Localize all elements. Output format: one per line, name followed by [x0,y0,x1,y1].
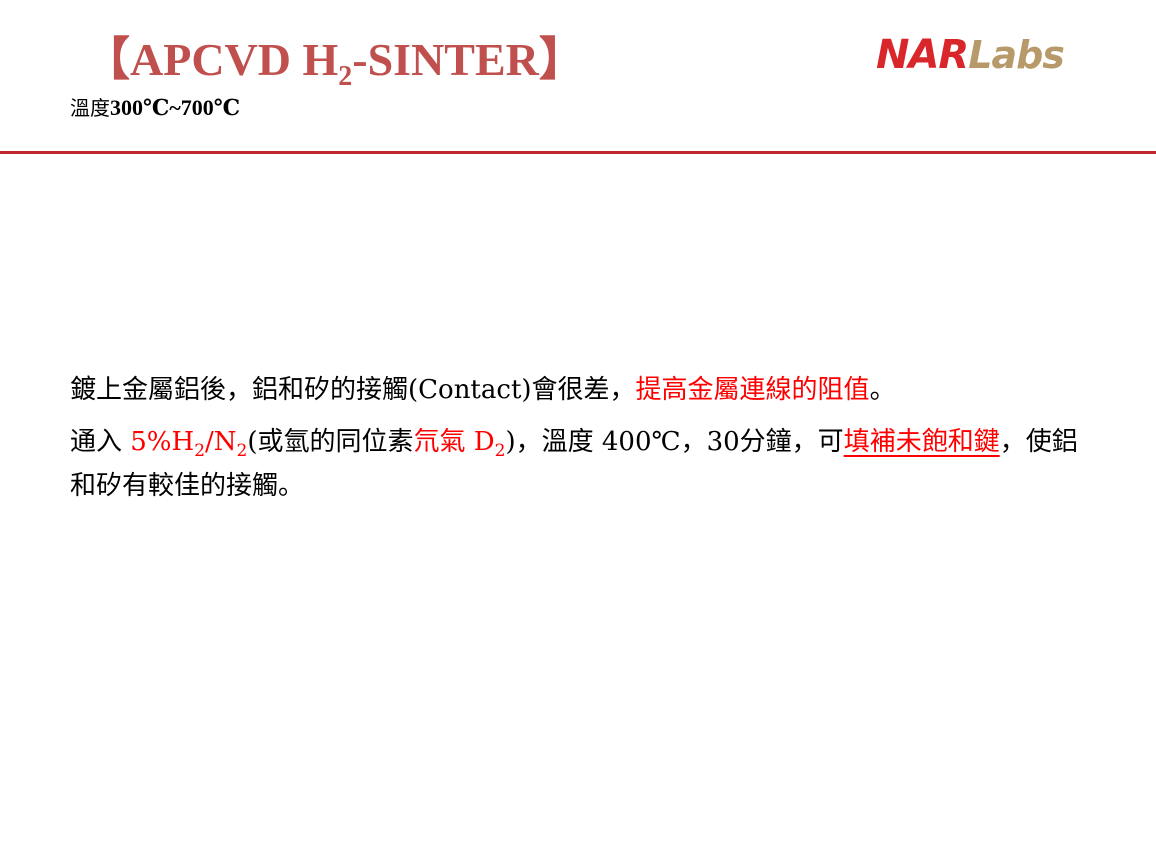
gas-h2-subscript: 2 [194,441,206,461]
gas-h2-text: 5%H [130,427,195,457]
title-suffix: -SINTER】 [352,34,585,85]
title-prefix: 【APCVD H [84,34,339,85]
temperature-range: 溫度300℃~700℃ [70,93,240,123]
gas-n2-subscript: 2 [236,441,248,461]
narlabs-logo: NARLabs [876,30,1065,80]
paragraph-contact-problem: 鍍上金屬鋁後，鋁和矽的接觸(Contact)會很差，提高金屬連線的阻值。 [70,366,1080,414]
process-conditions: )，溫度 400℃，30分鐘，可 [505,427,844,457]
dangling-bond-highlight: 填補未飽和鍵 [843,427,1000,457]
header-divider [0,151,1156,154]
deuterium-text: 氘氣 D [413,427,495,457]
title-subscript: 2 [338,61,353,92]
paragraph1-end: 。 [869,375,896,405]
isotope-note: (或氫的同位素 [247,427,414,457]
temperature-value: 300℃~700℃ [110,95,241,120]
logo-labs-text: Labs [968,33,1065,77]
deuterium-subscript: 2 [494,441,506,461]
page-title: 【APCVD H2-SINTER】 [84,30,585,92]
logo-nar-text: NAR [876,32,969,78]
gas-n2-text: /N [205,427,237,457]
gas-mixture: 5%H2/N2 [130,427,247,460]
temperature-label: 溫度 [70,96,110,120]
process-lead: 通入 [70,427,131,457]
contact-problem-text: 鍍上金屬鋁後，鋁和矽的接觸(Contact)會很差， [70,375,636,405]
paragraph-sinter-process: 通入 5%H2/N2(或氫的同位素氘氣 D2)，溫度 400℃，30分鐘，可填補… [70,420,1080,508]
content-body: 鍍上金屬鋁後，鋁和矽的接觸(Contact)會很差，提高金屬連線的阻值。 通入 … [70,366,1080,508]
deuterium-gas: 氘氣 D2 [413,427,506,460]
resistance-highlight: 提高金屬連線的阻值 [635,375,870,405]
